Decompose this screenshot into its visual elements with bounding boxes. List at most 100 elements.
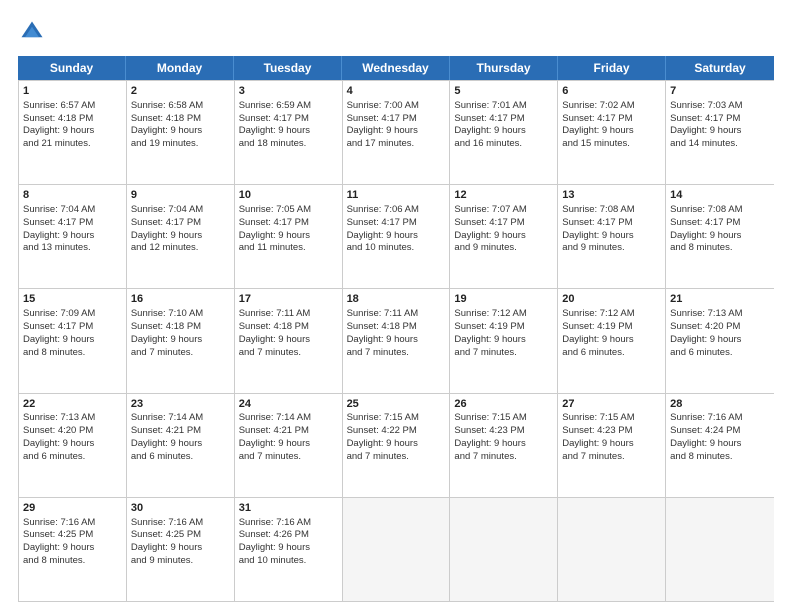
day-number: 17 bbox=[239, 292, 338, 307]
day-info: and 7 minutes. bbox=[131, 347, 230, 360]
day-info: Sunrise: 7:01 AM bbox=[454, 100, 553, 113]
day-number: 11 bbox=[347, 188, 446, 203]
calendar-cell: 1Sunrise: 6:57 AMSunset: 4:18 PMDaylight… bbox=[19, 81, 127, 184]
day-info: and 21 minutes. bbox=[23, 138, 122, 151]
day-number: 22 bbox=[23, 397, 122, 412]
logo bbox=[18, 18, 50, 46]
day-info: and 8 minutes. bbox=[23, 347, 122, 360]
day-number: 6 bbox=[562, 84, 661, 99]
day-number: 14 bbox=[670, 188, 770, 203]
day-info: Sunset: 4:20 PM bbox=[23, 425, 122, 438]
day-info: Sunset: 4:17 PM bbox=[562, 113, 661, 126]
day-number: 25 bbox=[347, 397, 446, 412]
calendar-cell: 10Sunrise: 7:05 AMSunset: 4:17 PMDayligh… bbox=[235, 185, 343, 288]
day-info: Sunset: 4:18 PM bbox=[23, 113, 122, 126]
day-number: 21 bbox=[670, 292, 770, 307]
day-info: Sunrise: 7:03 AM bbox=[670, 100, 770, 113]
day-info: Daylight: 9 hours bbox=[131, 125, 230, 138]
day-number: 10 bbox=[239, 188, 338, 203]
day-info: Sunrise: 7:16 AM bbox=[131, 517, 230, 530]
day-info: Daylight: 9 hours bbox=[131, 334, 230, 347]
day-info: and 10 minutes. bbox=[347, 242, 446, 255]
calendar-cell: 7Sunrise: 7:03 AMSunset: 4:17 PMDaylight… bbox=[666, 81, 774, 184]
day-info: Daylight: 9 hours bbox=[562, 438, 661, 451]
day-info: Sunset: 4:17 PM bbox=[454, 113, 553, 126]
day-info: Daylight: 9 hours bbox=[454, 230, 553, 243]
calendar-cell: 20Sunrise: 7:12 AMSunset: 4:19 PMDayligh… bbox=[558, 289, 666, 392]
day-info: and 6 minutes. bbox=[562, 347, 661, 360]
day-info: and 9 minutes. bbox=[131, 555, 230, 568]
day-number: 9 bbox=[131, 188, 230, 203]
calendar-cell: 23Sunrise: 7:14 AMSunset: 4:21 PMDayligh… bbox=[127, 394, 235, 497]
logo-icon bbox=[18, 18, 46, 46]
day-info: Sunset: 4:24 PM bbox=[670, 425, 770, 438]
day-info: Sunrise: 7:15 AM bbox=[347, 412, 446, 425]
day-info: Daylight: 9 hours bbox=[670, 230, 770, 243]
calendar-cell: 3Sunrise: 6:59 AMSunset: 4:17 PMDaylight… bbox=[235, 81, 343, 184]
calendar-cell: 2Sunrise: 6:58 AMSunset: 4:18 PMDaylight… bbox=[127, 81, 235, 184]
day-info: and 8 minutes. bbox=[23, 555, 122, 568]
day-info: and 7 minutes. bbox=[454, 451, 553, 464]
day-info: Daylight: 9 hours bbox=[239, 230, 338, 243]
calendar-cell: 25Sunrise: 7:15 AMSunset: 4:22 PMDayligh… bbox=[343, 394, 451, 497]
day-info: and 7 minutes. bbox=[347, 347, 446, 360]
day-number: 29 bbox=[23, 501, 122, 516]
day-info: and 6 minutes. bbox=[131, 451, 230, 464]
day-info: Daylight: 9 hours bbox=[23, 438, 122, 451]
day-info: Daylight: 9 hours bbox=[347, 438, 446, 451]
calendar-cell: 9Sunrise: 7:04 AMSunset: 4:17 PMDaylight… bbox=[127, 185, 235, 288]
day-number: 30 bbox=[131, 501, 230, 516]
day-number: 7 bbox=[670, 84, 770, 99]
day-info: Daylight: 9 hours bbox=[347, 230, 446, 243]
day-info: and 6 minutes. bbox=[670, 347, 770, 360]
day-info: Daylight: 9 hours bbox=[239, 125, 338, 138]
calendar-header: SundayMondayTuesdayWednesdayThursdayFrid… bbox=[18, 56, 774, 80]
day-info: Daylight: 9 hours bbox=[454, 438, 553, 451]
calendar-cell: 13Sunrise: 7:08 AMSunset: 4:17 PMDayligh… bbox=[558, 185, 666, 288]
day-info: Daylight: 9 hours bbox=[131, 230, 230, 243]
day-info: and 10 minutes. bbox=[239, 555, 338, 568]
calendar: SundayMondayTuesdayWednesdayThursdayFrid… bbox=[18, 56, 774, 602]
day-info: Sunset: 4:25 PM bbox=[23, 529, 122, 542]
day-info: Daylight: 9 hours bbox=[347, 125, 446, 138]
day-info: and 17 minutes. bbox=[347, 138, 446, 151]
day-info: Sunset: 4:20 PM bbox=[670, 321, 770, 334]
day-info: and 8 minutes. bbox=[670, 451, 770, 464]
day-info: and 7 minutes. bbox=[239, 347, 338, 360]
day-info: and 8 minutes. bbox=[670, 242, 770, 255]
day-info: Sunset: 4:17 PM bbox=[347, 113, 446, 126]
calendar-cell: 28Sunrise: 7:16 AMSunset: 4:24 PMDayligh… bbox=[666, 394, 774, 497]
day-info: Sunset: 4:22 PM bbox=[347, 425, 446, 438]
weekday-header: Monday bbox=[126, 56, 234, 80]
day-number: 8 bbox=[23, 188, 122, 203]
calendar-cell: 18Sunrise: 7:11 AMSunset: 4:18 PMDayligh… bbox=[343, 289, 451, 392]
day-info: Sunrise: 7:07 AM bbox=[454, 204, 553, 217]
day-info: Sunset: 4:17 PM bbox=[562, 217, 661, 230]
calendar-cell: 17Sunrise: 7:11 AMSunset: 4:18 PMDayligh… bbox=[235, 289, 343, 392]
calendar-cell: 27Sunrise: 7:15 AMSunset: 4:23 PMDayligh… bbox=[558, 394, 666, 497]
day-info: Sunset: 4:21 PM bbox=[131, 425, 230, 438]
day-info: and 11 minutes. bbox=[239, 242, 338, 255]
day-info: Daylight: 9 hours bbox=[670, 438, 770, 451]
day-info: Daylight: 9 hours bbox=[454, 125, 553, 138]
day-info: Sunrise: 7:08 AM bbox=[562, 204, 661, 217]
day-info: Daylight: 9 hours bbox=[347, 334, 446, 347]
day-number: 15 bbox=[23, 292, 122, 307]
day-info: and 7 minutes. bbox=[239, 451, 338, 464]
day-number: 12 bbox=[454, 188, 553, 203]
day-number: 24 bbox=[239, 397, 338, 412]
day-info: Sunrise: 7:16 AM bbox=[670, 412, 770, 425]
day-info: Sunrise: 7:14 AM bbox=[239, 412, 338, 425]
day-info: Sunrise: 7:15 AM bbox=[562, 412, 661, 425]
day-number: 31 bbox=[239, 501, 338, 516]
day-info: Daylight: 9 hours bbox=[23, 230, 122, 243]
weekday-header: Wednesday bbox=[342, 56, 450, 80]
calendar-cell bbox=[558, 498, 666, 601]
day-info: and 15 minutes. bbox=[562, 138, 661, 151]
day-info: Sunset: 4:17 PM bbox=[454, 217, 553, 230]
day-number: 26 bbox=[454, 397, 553, 412]
day-info: Sunrise: 7:12 AM bbox=[454, 308, 553, 321]
calendar-cell: 11Sunrise: 7:06 AMSunset: 4:17 PMDayligh… bbox=[343, 185, 451, 288]
day-info: Sunrise: 7:06 AM bbox=[347, 204, 446, 217]
calendar-cell bbox=[666, 498, 774, 601]
